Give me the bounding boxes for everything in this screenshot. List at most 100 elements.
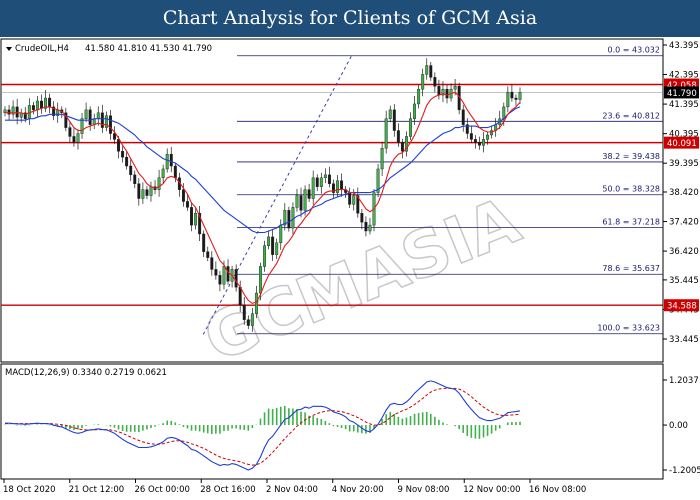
candle-body: [254, 292, 258, 314]
candle-body: [445, 88, 449, 99]
candle-body: [473, 139, 477, 143]
candle-body: [267, 236, 271, 246]
candle-body: [121, 151, 125, 158]
price-tag-label: 41.790: [667, 89, 697, 99]
price-tick-label: 37.420: [669, 218, 699, 228]
candle-body: [303, 189, 307, 211]
candle-body: [169, 153, 173, 167]
candle-body: [84, 109, 88, 119]
candle-body: [108, 115, 112, 134]
candle-body: [469, 133, 473, 140]
candle-body: [72, 136, 76, 143]
fib-level-label: 61.8 = 37.218: [602, 218, 660, 227]
candle-body: [145, 189, 149, 196]
candle-body: [186, 201, 189, 208]
candle-body: [117, 139, 121, 152]
candle-body: [453, 86, 457, 90]
candle-body: [214, 269, 218, 276]
candle-body: [380, 148, 384, 170]
fib-level-label: 50.0 = 38.328: [602, 185, 660, 194]
candle-body: [76, 133, 80, 143]
fib-level-label: 78.6 = 35.637: [602, 264, 660, 273]
candle-body: [173, 165, 177, 179]
candle-body: [263, 245, 266, 267]
candle-body: [35, 100, 39, 111]
fib-level-label: 0.0 = 43.032: [607, 46, 660, 55]
candle-body: [194, 213, 198, 226]
candle-body: [384, 118, 388, 149]
candle-body: [461, 109, 465, 125]
candle-body: [323, 174, 327, 179]
candle-body: [80, 118, 84, 134]
candle-body: [315, 177, 319, 187]
candle-body: [327, 174, 331, 184]
candle-body: [295, 195, 299, 208]
time-axis: 18 Oct 2020 21 Oct 12:00 26 Oct 00:00 28 Oc…: [3, 479, 586, 495]
candle-body: [149, 186, 153, 196]
candle-body: [259, 266, 262, 294]
candle-body: [299, 195, 303, 211]
candle-body: [137, 183, 141, 199]
candle-body: [352, 195, 356, 205]
candle-body: [275, 242, 279, 255]
candle-body: [88, 109, 92, 125]
ohlc-label: 41.580 41.810 41.530 41.790: [85, 44, 212, 54]
candle-body: [514, 97, 518, 100]
candle-body: [161, 168, 165, 179]
candle-body: [202, 233, 206, 252]
candle-body: [392, 109, 396, 131]
price-tag-label: 40.091: [667, 139, 697, 149]
candle-body: [482, 139, 485, 146]
macd-tick-label: -1.2005: [669, 466, 700, 476]
symbol-title: CrudeOIL,H4: [15, 44, 69, 54]
candle-body: [319, 177, 323, 187]
price-tick-label: 35.445: [669, 276, 699, 286]
macd-axis: 1.2037 0.00 -1.2005: [663, 376, 700, 476]
candle-body: [68, 127, 72, 137]
candle-body: [206, 251, 210, 258]
macd-panel-frame: [0, 363, 664, 480]
price-tick-label: 33.445: [669, 335, 699, 345]
candle-body: [125, 156, 129, 167]
candle-body: [15, 106, 19, 118]
price-tag-label: 34.588: [667, 302, 697, 312]
candle-body: [396, 130, 400, 143]
candle-body: [210, 257, 214, 270]
candle-body: [133, 174, 137, 184]
macd-tick-label: 1.2037: [669, 376, 699, 386]
chart-canvas: GCMASIA 0.0 = 43.03223.6 = 40.81238.2 = …: [0, 38, 700, 495]
candle-body: [413, 103, 417, 119]
candle-body: [409, 118, 412, 137]
candle-body: [7, 109, 11, 115]
candle-body: [157, 177, 161, 190]
macd-tick-label: 0.00: [669, 421, 688, 431]
candle-body: [311, 177, 315, 199]
candle-body: [218, 275, 222, 285]
candle-body: [141, 189, 145, 199]
page-title: Chart Analysis for Clients of GCM Asia: [0, 0, 700, 37]
candle-body: [307, 189, 311, 199]
chart-root: Chart Analysis for Clients of GCM Asia G…: [0, 0, 700, 500]
candle-body: [506, 91, 510, 108]
time-tick-label: 21 Oct 12:00: [69, 485, 124, 495]
candle-body: [360, 213, 364, 223]
fib-level-label: 23.6 = 40.812: [602, 111, 660, 120]
candle-body: [291, 207, 295, 229]
price-tick-label: 41.395: [669, 100, 699, 110]
time-tick-label: 28 Oct 16:00: [200, 485, 255, 495]
macd-title: MACD(12,26,9) 0.3340 0.2719 0.0621: [5, 368, 167, 378]
candle-body: [96, 112, 100, 119]
candle-body: [388, 109, 392, 119]
candle-body: [437, 86, 441, 96]
candle-body: [400, 142, 404, 152]
candle-body: [340, 180, 344, 190]
candle-body: [425, 65, 429, 75]
candle-body: [48, 97, 52, 108]
time-tick-label: 4 Nov 20:00: [332, 485, 384, 495]
candle-body: [518, 92, 522, 100]
time-tick-label: 18 Oct 2020: [3, 485, 56, 495]
price-tick-label: 39.395: [669, 159, 699, 169]
candle-body: [222, 266, 226, 285]
candle-body: [287, 210, 291, 229]
candle-body: [279, 224, 283, 244]
